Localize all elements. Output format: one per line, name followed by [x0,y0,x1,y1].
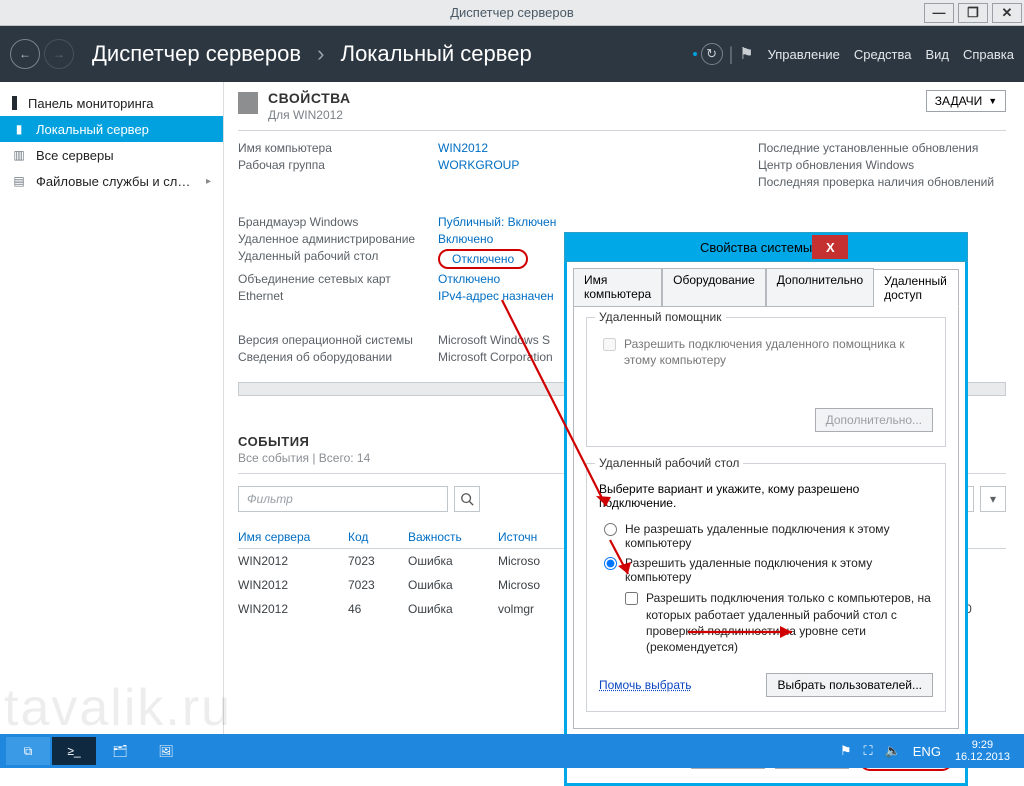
sidebar-item-file-services[interactable]: ▤Файловые службы и сл…▸ [0,168,223,194]
col-code[interactable]: Код [348,526,408,548]
rdp-legend: Удаленный рабочий стол [595,456,743,470]
prop-label: Версия операционной системы [238,333,438,347]
menu-manage[interactable]: Управление [768,47,840,62]
server-icon: ▮ [12,122,26,136]
dialog-close-button[interactable]: X [812,235,848,259]
tab-advanced[interactable]: Дополнительно [766,268,874,306]
prop-label: Сведения об оборудовании [238,350,438,364]
sidebar-item-local-server[interactable]: ▮ Локальный сервер [0,116,223,142]
properties-heading: СВОЙСТВА [268,90,351,106]
rdp-allow-radio[interactable] [604,557,617,570]
tab-remote[interactable]: Удаленный доступ [874,269,959,307]
events-filter-input[interactable]: Фильтр [238,486,448,512]
prop-label: Рабочая группа [238,158,438,172]
prop-label: Объединение сетевых карт [238,272,438,286]
taskbar-powershell[interactable]: ≥_ [52,737,96,765]
tray-flag-icon[interactable]: ⚑ [840,743,852,759]
rdp-allow-label: Разрешить удаленные подключения к этому … [625,556,933,584]
menu-help[interactable]: Справка [963,47,1014,62]
menu-tools[interactable]: Средства [854,47,912,62]
tray-sound-icon[interactable]: 🔈 [885,743,901,759]
server-tile-icon [238,92,258,114]
crumb-current[interactable]: Локальный сервер [341,41,532,66]
remote-assist-legend: Удаленный помощник [595,310,726,324]
servers-icon: ▥ [12,148,26,162]
tab-computer-name[interactable]: Имя компьютера [573,268,662,306]
dialog-tabs: Имя компьютера Оборудование Дополнительн… [567,262,965,306]
prop-label: Центр обновления Windows [758,158,1006,172]
tray-clock[interactable]: 9:29 16.12.2013 [955,739,1010,763]
prop-label: Последняя проверка наличия обновлений [758,175,1006,189]
tray-lang[interactable]: ENG [913,744,941,759]
prop-label: Удаленный рабочий стол [238,249,438,269]
workgroup-link[interactable]: WORKGROUP [438,158,758,172]
computer-name-link[interactable]: WIN2012 [438,141,758,155]
sidebar: Панель мониторинга ▮ Локальный сервер ▥ Вс… [0,82,224,734]
back-button[interactable]: ← [10,39,40,69]
select-users-button[interactable]: Выбрать пользователей... [766,673,933,697]
col-server[interactable]: Имя сервера [238,526,348,548]
sidebar-item-label: Все серверы [36,148,114,163]
rdp-nla-checkbox[interactable] [625,592,638,605]
rdp-deny-radio[interactable] [604,523,617,536]
remote-assist-checkbox [603,338,616,351]
taskbar-explorer[interactable]: 🗂 [98,737,142,765]
sidebar-item-label: Панель мониторинга [28,96,154,111]
rdp-link[interactable]: Отключено [438,249,528,269]
prop-label: Удаленное администрирование [238,232,438,246]
sidebar-item-label: Локальный сервер [36,122,149,137]
rdp-deny-label: Не разрешать удаленные подключения к это… [625,522,933,550]
rdp-nla-label: Разрешить подключения только с компьютер… [646,590,933,655]
advanced-button: Дополнительно... [815,408,933,432]
remote-assist-label: Разрешить подключения удаленного помощни… [624,336,933,368]
firewall-link[interactable]: Публичный: Включен [438,215,758,229]
prop-label: Имя компьютера [238,141,438,155]
tab-hardware[interactable]: Оборудование [662,268,766,306]
query-icon[interactable]: ▾ [980,486,1006,512]
taskbar-app[interactable]: 🖼 [144,737,188,765]
prop-label: Ethernet [238,289,438,303]
tasks-dropdown[interactable]: ЗАДАЧИ▼ [926,90,1006,112]
col-severity[interactable]: Важность [408,526,498,548]
search-icon[interactable] [454,486,480,512]
sidebar-item-all-servers[interactable]: ▥ Все серверы [0,142,223,168]
prop-label: Последние установленные обновления [758,141,1006,155]
properties-sub: Для WIN2012 [268,108,351,122]
sidebar-item-label: Файловые службы и сл… [36,174,190,189]
refresh-icon[interactable]: ↻ [701,43,723,65]
rdp-hint: Выберите вариант и укажите, кому разреше… [599,482,933,510]
crumb-root[interactable]: Диспетчер серверов [92,41,301,66]
system-properties-dialog: Свойства системы X Имя компьютера Оборуд… [564,232,968,786]
menu-view[interactable]: Вид [925,47,949,62]
files-icon: ▤ [12,174,26,188]
taskbar-server-manager[interactable]: ⧉ [6,737,50,765]
flag-icon[interactable]: ⚑ [739,44,753,64]
breadcrumb: Диспетчер серверов › Локальный сервер [92,41,532,67]
prop-label: Брандмауэр Windows [238,215,438,229]
toolbar: ← → Диспетчер серверов › Локальный серве… [0,26,1024,82]
tray-network-icon[interactable]: ⛶ [863,743,872,759]
help-choose-link[interactable]: Помочь выбрать [599,678,692,692]
dialog-title: Свойства системы [700,240,812,255]
forward-button[interactable]: → [44,39,74,69]
taskbar: ⧉ ≥_ 🗂 🖼 ⚑ ⛶ 🔈 ENG 9:29 16.12.2013 [0,734,1024,768]
window-title: Диспетчер серверов [0,5,1024,20]
window-titlebar: Диспетчер серверов — ❐ ✕ [0,0,1024,26]
sidebar-item-dashboard[interactable]: Панель мониторинга [0,90,223,116]
